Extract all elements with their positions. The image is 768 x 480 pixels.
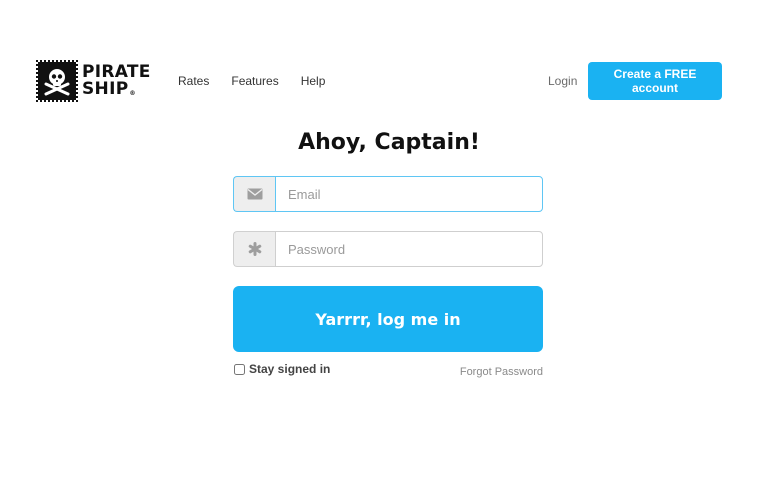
nav-item-features[interactable]: Features bbox=[231, 74, 278, 88]
password-input[interactable] bbox=[275, 231, 543, 267]
envelope-icon bbox=[233, 176, 275, 212]
page: PIRATE SHIP ® Rates Features Help Login … bbox=[0, 0, 768, 480]
password-field-group bbox=[233, 231, 543, 267]
forgot-password-link[interactable]: Forgot Password bbox=[440, 366, 543, 378]
nav-item-rates[interactable]: Rates bbox=[178, 74, 209, 88]
skull-crossbones-icon bbox=[36, 60, 78, 102]
stay-signed-in-label: Stay signed in bbox=[249, 362, 331, 376]
stay-signed-in-checkbox[interactable] bbox=[234, 363, 245, 375]
page-title: Ahoy, Captain! bbox=[298, 130, 480, 155]
logo-wordmark: PIRATE SHIP ® bbox=[82, 64, 151, 98]
asterisk-icon bbox=[233, 231, 275, 267]
stay-signed-in[interactable]: Stay signed in bbox=[234, 362, 330, 376]
create-account-button[interactable]: Create a FREE account bbox=[588, 62, 722, 100]
email-input[interactable] bbox=[275, 176, 543, 212]
logo[interactable]: PIRATE SHIP ® bbox=[36, 60, 151, 102]
login-submit-button[interactable]: Yarrrr, log me in bbox=[233, 286, 543, 352]
nav-item-help[interactable]: Help bbox=[301, 74, 326, 88]
registered-mark: ® bbox=[129, 90, 136, 97]
main-nav: Rates Features Help bbox=[178, 74, 325, 88]
login-link[interactable]: Login bbox=[548, 74, 577, 88]
email-field-group bbox=[233, 176, 543, 212]
logo-line-2: SHIP bbox=[82, 79, 129, 99]
